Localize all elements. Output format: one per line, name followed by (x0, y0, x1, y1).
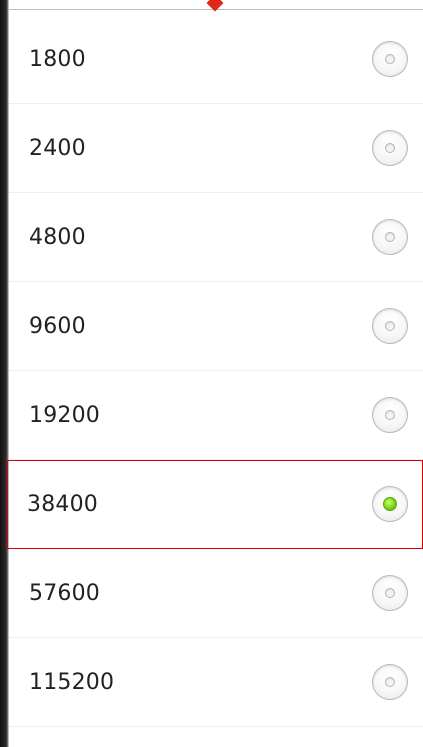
radio-button[interactable] (372, 664, 408, 700)
radio-button[interactable] (372, 397, 408, 433)
radio-button-checked[interactable] (372, 486, 408, 522)
option-label: 19200 (29, 402, 100, 428)
radio-unchecked-icon (385, 321, 395, 331)
option-label: 2400 (29, 135, 86, 161)
radio-unchecked-icon (385, 232, 395, 242)
radio-button[interactable] (372, 308, 408, 344)
radio-button[interactable] (372, 130, 408, 166)
left-edge-bar (0, 0, 9, 747)
list-item[interactable]: 4800 (9, 193, 423, 282)
option-label: 4800 (29, 224, 86, 250)
list-item[interactable]: 38400 (7, 460, 423, 549)
option-label: 57600 (29, 580, 100, 606)
radio-unchecked-icon (385, 410, 395, 420)
list-item[interactable]: 2400 (9, 104, 423, 193)
radio-unchecked-icon (385, 54, 395, 64)
list-item[interactable]: 115200 (9, 638, 423, 727)
radio-checked-icon (383, 497, 397, 511)
baud-rate-list: 1800 2400 4800 9600 19200 38400 57600 11… (7, 15, 423, 727)
radio-unchecked-icon (385, 677, 395, 687)
option-label: 9600 (29, 313, 86, 339)
radio-button[interactable] (372, 575, 408, 611)
option-label: 38400 (27, 491, 98, 517)
baud-rate-screen: 1800 2400 4800 9600 19200 38400 57600 11… (0, 0, 423, 747)
list-item[interactable]: 57600 (9, 549, 423, 638)
list-item[interactable]: 9600 (9, 282, 423, 371)
list-item[interactable]: 19200 (9, 371, 423, 460)
option-label: 1800 (29, 46, 86, 72)
list-item[interactable]: 1800 (9, 15, 423, 104)
radio-button[interactable] (372, 219, 408, 255)
radio-button[interactable] (372, 41, 408, 77)
radio-unchecked-icon (385, 143, 395, 153)
option-label: 115200 (29, 669, 115, 695)
radio-unchecked-icon (385, 588, 395, 598)
